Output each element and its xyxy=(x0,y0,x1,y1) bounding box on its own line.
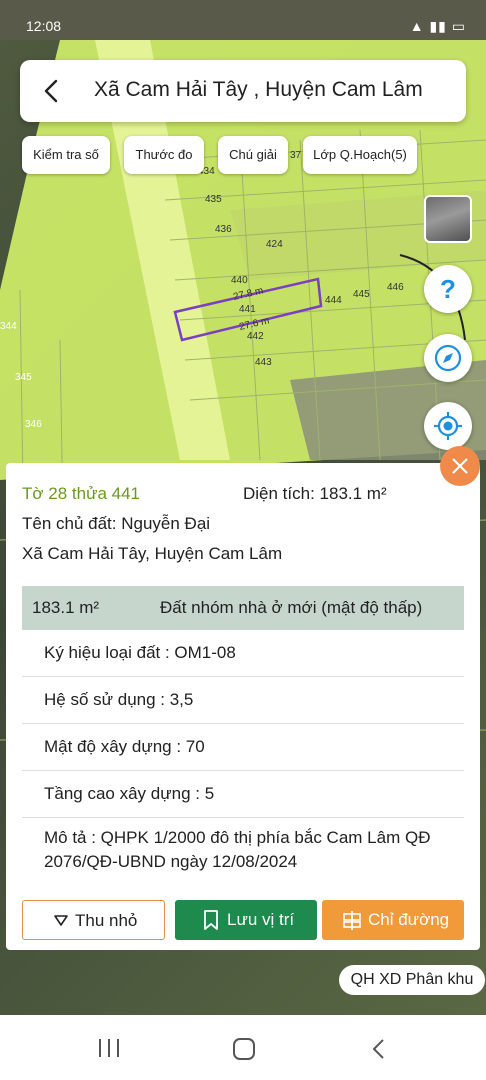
parcel-label-441: 441 xyxy=(239,304,256,315)
collapse-label: Thu nhỏ xyxy=(75,911,138,930)
table-header: 183.1 m² Đất nhóm nhà ở mới (mật độ thấp… xyxy=(22,586,464,630)
chevron-down-icon xyxy=(54,915,68,926)
directions-label: Chỉ đường xyxy=(368,910,450,929)
save-location-button[interactable]: Lưu vị trí xyxy=(175,900,317,940)
parcel-label-345: 345 xyxy=(15,372,32,383)
land-code: Ký hiệu loại đất : OM1-08 xyxy=(44,643,236,662)
collapse-button[interactable]: Thu nhỏ xyxy=(22,900,165,940)
status-time: 12:08 xyxy=(26,18,62,34)
back-icon[interactable] xyxy=(370,1037,388,1061)
parcel-label-346: 346 xyxy=(25,419,42,430)
sheet-parcel-number: Tờ 28 thửa 441 xyxy=(22,484,140,503)
parcel-label-443: 443 xyxy=(255,357,272,368)
check-measure-button[interactable]: Kiểm tra số xyxy=(22,136,110,174)
building-floors: Tầng cao xây dựng : 5 xyxy=(44,784,215,803)
bookmark-icon xyxy=(204,910,218,930)
usage-ratio: Hệ số sử dụng : 3,5 xyxy=(44,690,194,709)
land-use-table: 183.1 m² Đất nhóm nhà ở mới (mật độ thấp… xyxy=(22,586,464,874)
location-title: Xã Cam Hải Tây , Huyện Cam Lâm xyxy=(94,78,423,101)
recent-apps-icon[interactable] xyxy=(97,1037,121,1059)
close-icon xyxy=(452,458,468,474)
parcel-label-446: 446 xyxy=(387,282,404,293)
table-area: 183.1 m² xyxy=(32,598,100,617)
my-location-button[interactable] xyxy=(424,402,472,450)
help-button[interactable]: ? xyxy=(424,265,472,313)
compass-icon xyxy=(434,344,462,372)
parcel-label-440: 440 xyxy=(231,275,248,286)
parcel-label-442: 442 xyxy=(247,331,264,342)
owner-name: Tên chủ đất: Nguyễn Đại xyxy=(22,514,211,533)
ruler-button[interactable]: Thước đo xyxy=(124,136,204,174)
parcel-label-444: 444 xyxy=(325,295,342,306)
status-bar: 12:08 ▲ ▮▮ ▭ xyxy=(0,0,486,40)
home-icon[interactable] xyxy=(232,1037,256,1061)
table-row: Ký hiệu loại đất : OM1-08 xyxy=(22,630,464,677)
locate-icon xyxy=(434,412,462,440)
build-density: Mật độ xây dựng : 70 xyxy=(44,737,205,756)
zoning-layer-label[interactable]: QH XD Phân khu xyxy=(339,965,485,995)
planning-layer-button[interactable]: Lớp Q.Hoạch(5) xyxy=(303,136,417,174)
save-label: Lưu vị trí xyxy=(227,910,295,929)
parcel-label-424: 424 xyxy=(266,239,283,250)
basemap-layer-icon[interactable] xyxy=(424,195,472,243)
compass-button[interactable] xyxy=(424,334,472,382)
signpost-icon xyxy=(343,911,361,930)
legend-button[interactable]: Chú giải xyxy=(218,136,288,174)
parcel-label-37: 37 xyxy=(290,150,302,161)
parcel-label-344: 344 xyxy=(0,321,17,332)
table-row: Tầng cao xây dựng : 5 xyxy=(22,771,464,818)
table-land-type: Đất nhóm nhà ở mới (mật độ thấp) xyxy=(160,598,423,617)
parcel-area: Diện tích: 183.1 m² xyxy=(243,484,387,503)
close-panel-button[interactable] xyxy=(440,446,480,486)
status-indicators-icon: ▲ ▮▮ ▭ xyxy=(409,18,466,34)
location-header: Xã Cam Hải Tây , Huyện Cam Lâm xyxy=(20,60,466,122)
system-nav-bar xyxy=(0,1015,486,1080)
parcel-label-436: 436 xyxy=(215,224,232,235)
question-icon: ? xyxy=(440,274,456,304)
parcel-label-445: 445 xyxy=(353,289,370,300)
table-row: Hệ số sử dụng : 3,5 xyxy=(22,677,464,724)
svg-text:?: ? xyxy=(440,274,456,304)
table-row: Mô tả : QHPK 1/2000 đô thị phía bắc Cam … xyxy=(22,818,464,874)
directions-button[interactable]: Chỉ đường xyxy=(322,900,464,940)
parcel-label-435: 435 xyxy=(205,194,222,205)
parcel-address: Xã Cam Hải Tây, Huyện Cam Lâm xyxy=(22,544,283,563)
plan-description: Mô tả : QHPK 1/2000 đô thị phía bắc Cam … xyxy=(44,828,431,871)
back-arrow-icon[interactable] xyxy=(38,76,66,106)
table-row: Mật độ xây dựng : 70 xyxy=(22,724,464,771)
